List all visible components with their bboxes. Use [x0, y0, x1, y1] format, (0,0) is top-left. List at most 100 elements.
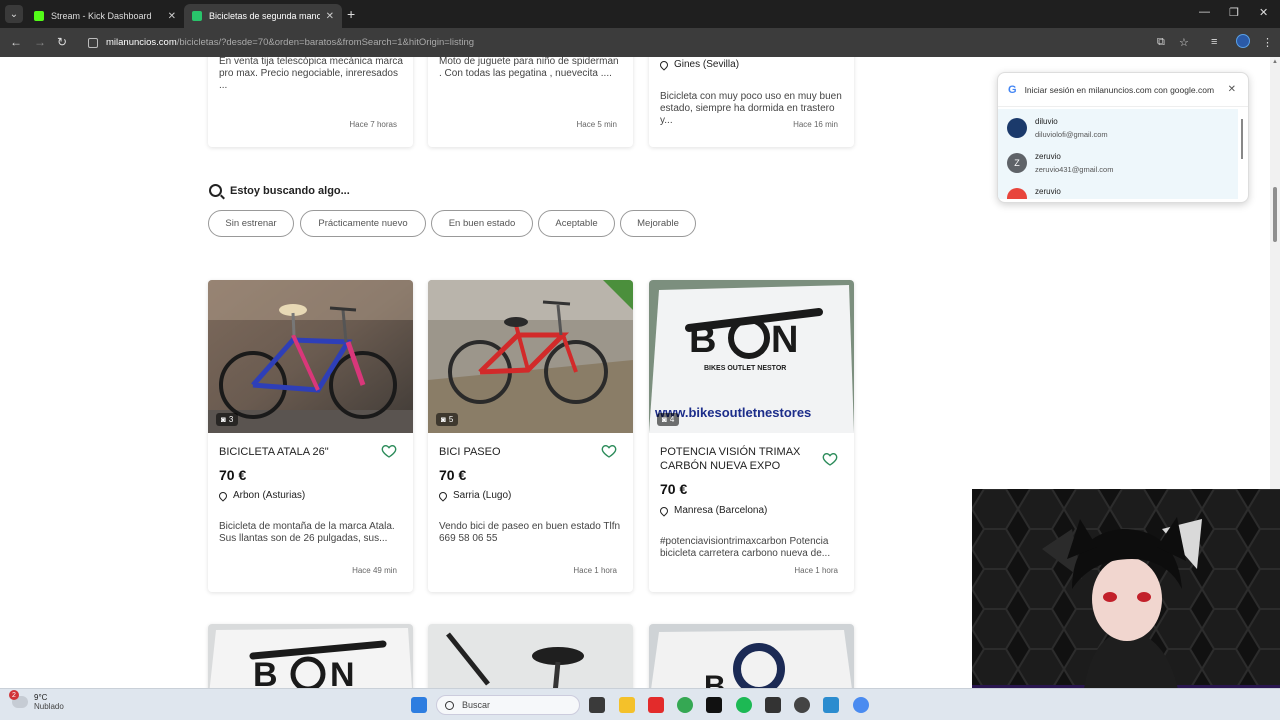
- chip-practicamente-nuevo[interactable]: Prácticamente nuevo: [300, 210, 426, 237]
- listing-location: Gines (Sevilla): [658, 58, 740, 71]
- photo-count-badge: ◙ 4: [657, 413, 680, 426]
- listing-time: Hace 1 hora: [573, 566, 617, 575]
- chrome-icon[interactable]: [677, 697, 693, 713]
- profile-avatar-icon[interactable]: [1236, 34, 1250, 48]
- photo-count: 4: [669, 415, 675, 424]
- favorite-heart-icon[interactable]: [381, 443, 397, 459]
- listing-card[interactable]: Gines (Sevilla) Bicicleta con muy poco u…: [649, 57, 854, 147]
- chip-en-buen-estado[interactable]: En buen estado: [431, 210, 533, 237]
- listing-location: Manresa (Barcelona): [658, 504, 767, 517]
- spotify-icon[interactable]: [736, 697, 752, 713]
- install-app-icon[interactable]: ⧉: [1157, 36, 1165, 49]
- listing-image[interactable]: [428, 624, 633, 688]
- site-info-icon[interactable]: [88, 37, 98, 48]
- listing-card[interactable]: [428, 624, 633, 688]
- listing-card[interactable]: ◙ 3 BICICLETA ATALA 26" 70 € Arbon (Astu…: [208, 280, 413, 592]
- listing-description: En venta tija telescópica mecánica marca…: [219, 57, 403, 91]
- listing-location: Arbon (Asturias): [217, 489, 306, 502]
- search-heading-text: Estoy buscando algo...: [230, 184, 350, 197]
- chip-mejorable[interactable]: Mejorable: [620, 210, 696, 237]
- tab-milanuncios[interactable]: Bicicletas de segunda mano | M ✕: [184, 4, 342, 28]
- capcut-icon[interactable]: [765, 697, 781, 713]
- listing-description: Bicicleta de montaña de la marca Atala. …: [219, 521, 395, 544]
- location-text: Arbon (Asturias): [233, 490, 306, 501]
- windows-start-icon[interactable]: [411, 697, 427, 713]
- listing-image[interactable]: B N BIKES OUTLET NESTOR www.bikesoutletn…: [649, 280, 854, 433]
- account-item[interactable]: Z zeruvio zeruvio431@gmail.com: [998, 146, 1238, 180]
- account-name: zeruvio: [1035, 152, 1061, 161]
- milanuncios-favicon-icon: [192, 11, 202, 21]
- reload-icon[interactable]: ↻: [57, 35, 67, 49]
- account-item[interactable]: diluvio diluviolofi@gmail.com: [998, 111, 1238, 145]
- photo-count-badge: ◙ 5: [436, 413, 459, 426]
- close-window-icon[interactable]: ✕: [1259, 6, 1268, 19]
- listing-title[interactable]: POTENCIA VISIÓN TRIMAX CARBÓN NUEVA EXPO: [660, 445, 810, 473]
- bookmark-star-icon[interactable]: ☆: [1179, 36, 1189, 49]
- account-name: zeruvio: [1035, 187, 1061, 196]
- tidal-icon[interactable]: [706, 697, 722, 713]
- url-host: milanuncios.com: [106, 37, 177, 48]
- brand-name-text: BIKES OUTLET NESTOR: [704, 365, 786, 372]
- listing-description: Moto de juguete para niño de spiderman .…: [439, 57, 619, 79]
- listing-image[interactable]: ◙ 3: [208, 280, 413, 433]
- new-tab-button[interactable]: +: [347, 6, 355, 22]
- browser-menu-icon[interactable]: ⋮: [1262, 36, 1273, 49]
- favorite-heart-icon[interactable]: [601, 443, 617, 459]
- account-list-scrollbar[interactable]: [1241, 119, 1243, 159]
- listing-image[interactable]: B: [649, 624, 854, 688]
- listing-card[interactable]: Moto de juguete para niño de spiderman .…: [428, 57, 633, 147]
- location-text: Gines (Sevilla): [674, 59, 740, 70]
- search-icon: [445, 700, 454, 710]
- forward-icon[interactable]: →: [34, 35, 46, 49]
- youtube-icon[interactable]: [648, 697, 664, 713]
- scrollbar-thumb[interactable]: [1273, 187, 1277, 242]
- listing-card[interactable]: B: [649, 624, 854, 688]
- location-pin-icon: [217, 489, 229, 502]
- svg-text:N: N: [771, 319, 798, 361]
- file-explorer-icon[interactable]: [619, 697, 635, 713]
- listing-card[interactable]: B N BIKES OUTLET NESTOR www.bikesoutletn…: [649, 280, 854, 592]
- weather-temp: 9°C: [34, 693, 48, 702]
- listing-image[interactable]: ◙ 5: [428, 280, 633, 433]
- close-tab-icon[interactable]: ✕: [168, 11, 176, 22]
- listing-title[interactable]: BICICLETA ATALA 26": [219, 445, 369, 459]
- url-field[interactable]: milanuncios.com/bicicletas/?desde=70&ord…: [80, 32, 1200, 53]
- listing-card[interactable]: B N: [208, 624, 413, 688]
- favorite-heart-icon[interactable]: [822, 451, 838, 467]
- listing-location: Sarria (Lugo): [437, 489, 512, 502]
- minimize-icon[interactable]: —: [1199, 6, 1210, 18]
- media-control-icon[interactable]: ≡: [1211, 36, 1217, 48]
- obs-icon[interactable]: [794, 697, 810, 713]
- listing-price: 70 €: [660, 481, 688, 497]
- tab-title: Bicicletas de segunda mano | M: [209, 11, 320, 21]
- vscode-icon[interactable]: [823, 697, 839, 713]
- account-item[interactable]: zeruvio: [998, 181, 1238, 199]
- cloud-icon: 2: [9, 690, 28, 708]
- location-pin-icon: [437, 489, 449, 502]
- listing-time: Hace 16 min: [793, 120, 838, 129]
- listing-card[interactable]: En venta tija telescópica mecánica marca…: [208, 57, 413, 147]
- listing-image[interactable]: B N: [208, 624, 413, 688]
- popup-title: Iniciar sesión en milanuncios.com con go…: [1024, 84, 1215, 95]
- weather-widget[interactable]: 2 9°C Nublado: [9, 690, 64, 711]
- listing-card[interactable]: ◙ 5 BICI PASEO 70 € Sarria (Lugo) Vendo …: [428, 280, 633, 592]
- taskbar-search[interactable]: Buscar: [436, 695, 580, 715]
- back-icon[interactable]: ←: [10, 35, 22, 49]
- task-view-icon[interactable]: [589, 697, 605, 713]
- location-text: Sarria (Lugo): [453, 490, 512, 501]
- tab-search-button[interactable]: ⌄: [5, 5, 23, 23]
- listing-title[interactable]: BICI PASEO: [439, 445, 589, 459]
- restore-icon[interactable]: ❐: [1229, 6, 1239, 19]
- camera-icon: ◙: [662, 415, 667, 424]
- chip-sin-estrenar[interactable]: Sin estrenar: [208, 210, 294, 237]
- close-icon[interactable]: ✕: [1228, 84, 1236, 95]
- tab-kick-dashboard[interactable]: Stream - Kick Dashboard ✕: [26, 4, 184, 28]
- chrome-profile-icon[interactable]: [853, 697, 869, 713]
- scroll-up-icon[interactable]: ▲: [1272, 59, 1278, 65]
- close-tab-icon[interactable]: ✕: [326, 11, 334, 22]
- account-list: diluvio diluviolofi@gmail.com Z zeruvio …: [998, 109, 1238, 199]
- chip-aceptable[interactable]: Aceptable: [538, 210, 615, 237]
- notification-badge: 2: [9, 690, 19, 700]
- svg-text:N: N: [330, 656, 355, 688]
- kick-favicon-icon: [34, 11, 44, 21]
